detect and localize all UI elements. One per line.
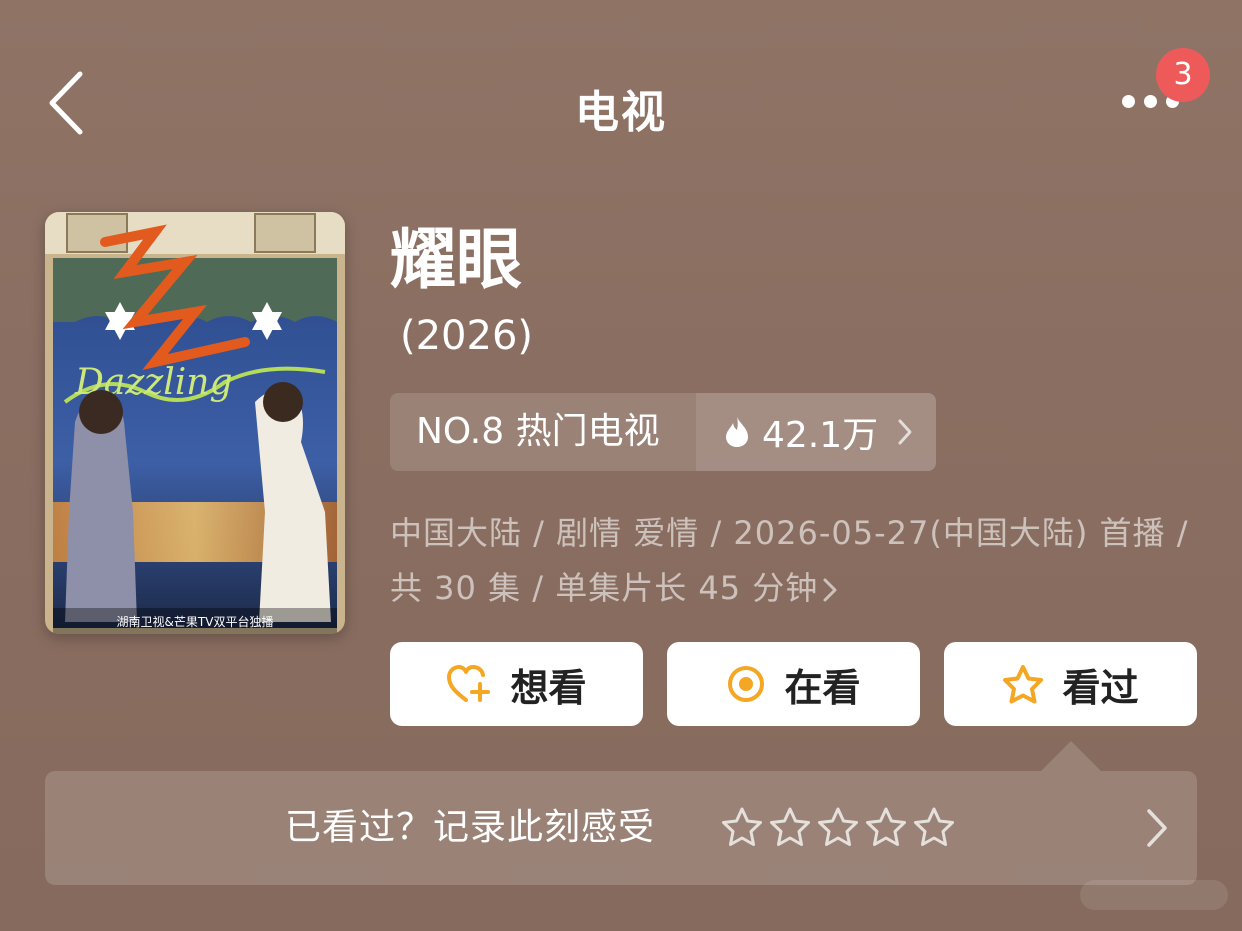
watched-label: 看过 — [1062, 665, 1139, 710]
meta-line-2-row: 共 30 集 / 单集片长 45 分钟 — [390, 561, 1190, 616]
star-outline-icon[interactable] — [865, 806, 907, 848]
chevron-right-icon — [898, 419, 912, 445]
watermark — [1080, 880, 1228, 910]
poster-image[interactable]: Dazzling 湖南卫视&芒果TV双平台独播 — [45, 212, 345, 634]
flame-icon — [726, 417, 748, 447]
want-label: 想看 — [510, 665, 587, 710]
rank-label: NO.8 热门电视 — [416, 411, 660, 452]
star-outline-icon[interactable] — [769, 806, 811, 848]
rating-prompt: 已看过？记录此刻感受 — [285, 807, 656, 848]
movie-year: (2026) — [400, 313, 534, 359]
watching-button[interactable]: 在看 — [667, 642, 920, 726]
rating-bar[interactable]: 已看过？记录此刻感受 — [45, 771, 1197, 885]
chevron-right-icon — [823, 578, 837, 602]
star-outline-icon[interactable] — [817, 806, 859, 848]
callout-pointer — [1041, 741, 1101, 771]
more-icon-dot — [1144, 95, 1157, 108]
target-icon — [728, 666, 765, 702]
meta-line-2: 共 30 集 / 单集片长 45 分钟 — [390, 569, 819, 607]
ranking-card[interactable]: NO.8 热门电视 42.1万 — [390, 393, 936, 471]
star-outline-icon[interactable] — [721, 806, 763, 848]
star-rating[interactable] — [721, 806, 961, 848]
more-icon — [1122, 95, 1135, 108]
poster-caption: 湖南卫视&芒果TV双平台独播 — [117, 614, 274, 629]
watching-label: 在看 — [784, 665, 861, 710]
want-to-watch-button[interactable]: 想看 — [390, 642, 643, 726]
heat-value: 42.1万 — [762, 415, 879, 456]
star-icon — [1003, 665, 1044, 704]
watched-button[interactable]: 看过 — [944, 642, 1197, 726]
notification-badge: 3 — [1156, 48, 1210, 102]
heart-plus-icon — [447, 665, 491, 702]
meta-line-1: 中国大陆 / 剧情 爱情 / 2026-05-27(中国大陆) 首播 / — [390, 514, 1189, 552]
movie-meta[interactable]: 中国大陆 / 剧情 爱情 / 2026-05-27(中国大陆) 首播 / 共 3… — [390, 506, 1190, 616]
movie-title: 耀眼 — [390, 221, 522, 298]
page-title: 电视 — [575, 87, 667, 138]
heat-section[interactable]: 42.1万 — [696, 393, 936, 471]
chevron-right-icon — [1147, 809, 1167, 847]
star-outline-icon[interactable] — [913, 806, 955, 848]
